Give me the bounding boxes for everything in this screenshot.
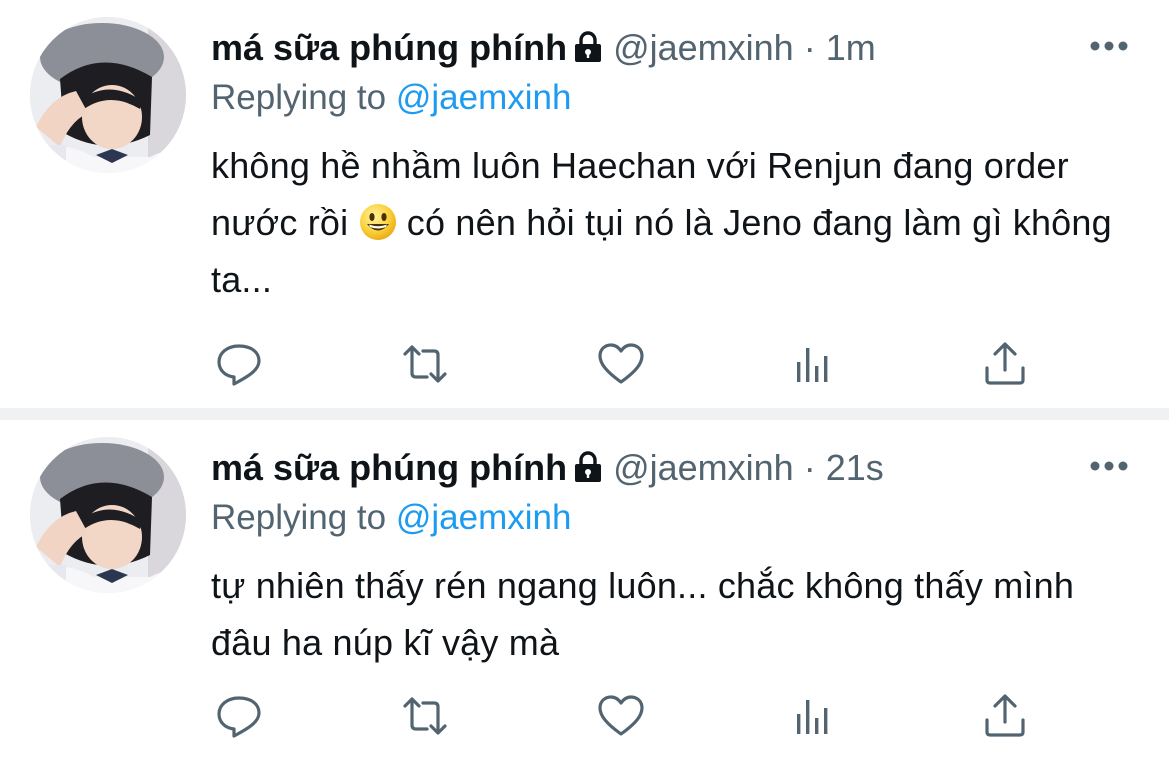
tweet[interactable]: má sữa phúng phính @jaemxinh · 21s Replyi… — [0, 420, 1169, 767]
lock-icon — [575, 31, 602, 62]
timestamp[interactable]: 1m — [826, 27, 876, 68]
views-button[interactable] — [789, 692, 837, 740]
tweet-header: má sữa phúng phính @jaemxinh · 1m — [211, 28, 876, 68]
tweet-text: không hề nhầm luôn Haechan với Renjun đa… — [211, 137, 1131, 308]
lock-icon — [575, 451, 602, 482]
like-icon — [598, 343, 644, 384]
reply-button[interactable] — [215, 692, 263, 740]
action-bar — [211, 692, 1041, 740]
replying-to: Replying to @jaemxinh — [211, 498, 571, 538]
replying-to: Replying to @jaemxinh — [211, 78, 571, 118]
reply-icon — [217, 696, 261, 738]
views-icon — [797, 700, 828, 734]
separator-dot: · — [803, 27, 816, 68]
retweet-button[interactable] — [401, 340, 449, 388]
user-handle[interactable]: @jaemxinh — [613, 447, 794, 488]
views-button[interactable] — [789, 340, 837, 388]
like-icon — [598, 695, 644, 736]
display-name[interactable]: má sữa phúng phính — [211, 447, 567, 488]
retweet-button[interactable] — [401, 692, 449, 740]
like-button[interactable] — [597, 340, 645, 388]
tweet-header: má sữa phúng phính @jaemxinh · 21s — [211, 448, 884, 488]
tweet-divider — [0, 408, 1169, 420]
share-icon — [985, 694, 1025, 737]
timestamp[interactable]: 21s — [826, 447, 884, 488]
like-button[interactable] — [597, 692, 645, 740]
views-icon — [797, 348, 828, 382]
share-button[interactable] — [981, 340, 1029, 388]
replying-label: Replying to — [211, 498, 387, 537]
more-icon[interactable] — [1089, 38, 1129, 54]
share-button[interactable] — [981, 692, 1029, 740]
reply-button[interactable] — [215, 340, 263, 388]
retweet-icon — [403, 697, 447, 735]
avatar[interactable] — [30, 437, 186, 593]
retweet-icon — [403, 345, 447, 383]
tweet-text: tự nhiên thấy rén ngang luôn... chắc khô… — [211, 565, 1075, 663]
more-icon[interactable] — [1089, 458, 1129, 474]
share-icon — [985, 342, 1025, 385]
tweet[interactable]: má sữa phúng phính @jaemxinh · 1m Replyin… — [0, 0, 1169, 408]
reply-icon — [217, 344, 261, 386]
user-handle[interactable]: @jaemxinh — [613, 27, 794, 68]
mention-link[interactable]: @jaemxinh — [396, 78, 572, 117]
replying-label: Replying to — [211, 78, 387, 117]
avatar[interactable] — [30, 17, 186, 173]
grinning-face-emoji — [359, 204, 396, 240]
mention-link[interactable]: @jaemxinh — [396, 498, 572, 537]
action-bar — [211, 340, 1041, 388]
separator-dot: · — [803, 447, 816, 488]
display-name[interactable]: má sữa phúng phính — [211, 27, 567, 68]
